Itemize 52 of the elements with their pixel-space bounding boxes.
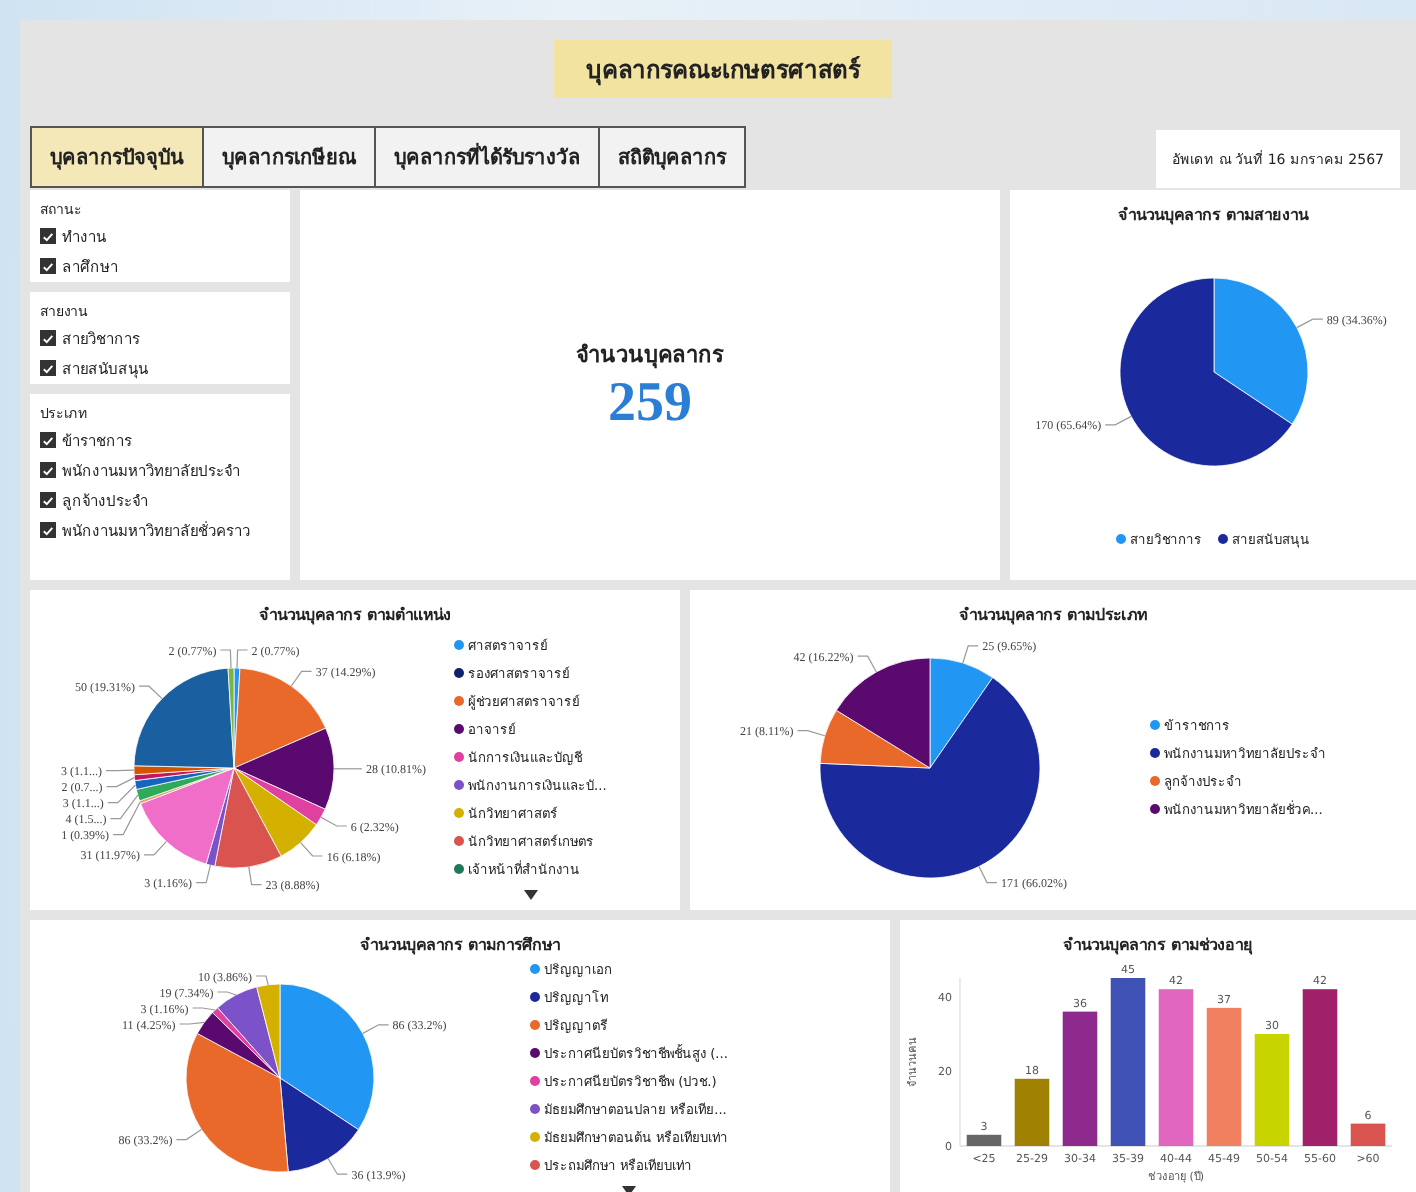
leader-line [1103,415,1131,426]
leader-line [216,990,237,995]
leader-line [255,974,269,985]
checkbox[interactable] [40,258,56,274]
checkbox[interactable] [40,522,56,538]
tab[interactable]: บุคลากรปัจจุบัน [30,126,204,188]
checkbox[interactable] [40,228,56,244]
leader-line [175,1128,202,1140]
kpi-label: จำนวนบุคลากร [576,339,724,371]
checkbox[interactable] [40,462,56,478]
chart-title: จำนวนบุคลากร ตามการศึกษา [358,934,562,958]
leader-line [978,866,998,884]
tab[interactable]: บุคลากรที่ได้รับรางวัล [374,126,600,188]
dashboard-title: บุคลากรคณะเกษตรศาสตร์ [554,40,892,98]
checkbox[interactable] [40,330,56,346]
leader-line [290,670,313,687]
leader-line [327,1157,348,1174]
bar [1062,1011,1098,1146]
bar [1350,1123,1386,1146]
checkbox[interactable] [40,432,56,448]
leader-line [179,1020,205,1024]
leader-line [362,1023,390,1033]
leader-line [236,649,249,669]
leader-line [320,816,348,827]
leader-line [192,1006,216,1010]
leader-line [962,645,979,664]
bar [966,1134,1002,1146]
caret-down-icon[interactable] [523,889,538,899]
bar [1014,1078,1050,1146]
tab[interactable]: สถิติบุคลากร [598,126,746,188]
bar [1206,1007,1242,1146]
checkbox[interactable] [40,360,56,376]
chart-title: จำนวนบุคลากร ตามช่วงอายุ [1061,934,1255,958]
leader-line [105,769,135,772]
leader-line [333,768,363,770]
leader-line [109,794,139,820]
leader-line [138,685,163,700]
tab[interactable]: บุคลากรเกษียณ [202,126,376,188]
leader-line [248,866,263,886]
chart-title: จำนวนบุคลากร ตามตำแหน่ง [257,604,453,628]
leader-line [857,655,877,673]
bar [1254,1034,1290,1146]
kpi-value: 259 [608,371,692,435]
leader-line [195,864,211,884]
leader-line [300,842,324,857]
chart-title: จำนวนบุคลากร ตามประเภท [957,604,1149,628]
leader-line [797,730,826,737]
leader-line [143,841,167,856]
leader-line [1295,318,1323,329]
checkbox[interactable] [40,492,56,508]
leader-line [219,649,232,669]
chart-title: จำนวนบุคลากร ตามสายงาน [1116,204,1311,228]
